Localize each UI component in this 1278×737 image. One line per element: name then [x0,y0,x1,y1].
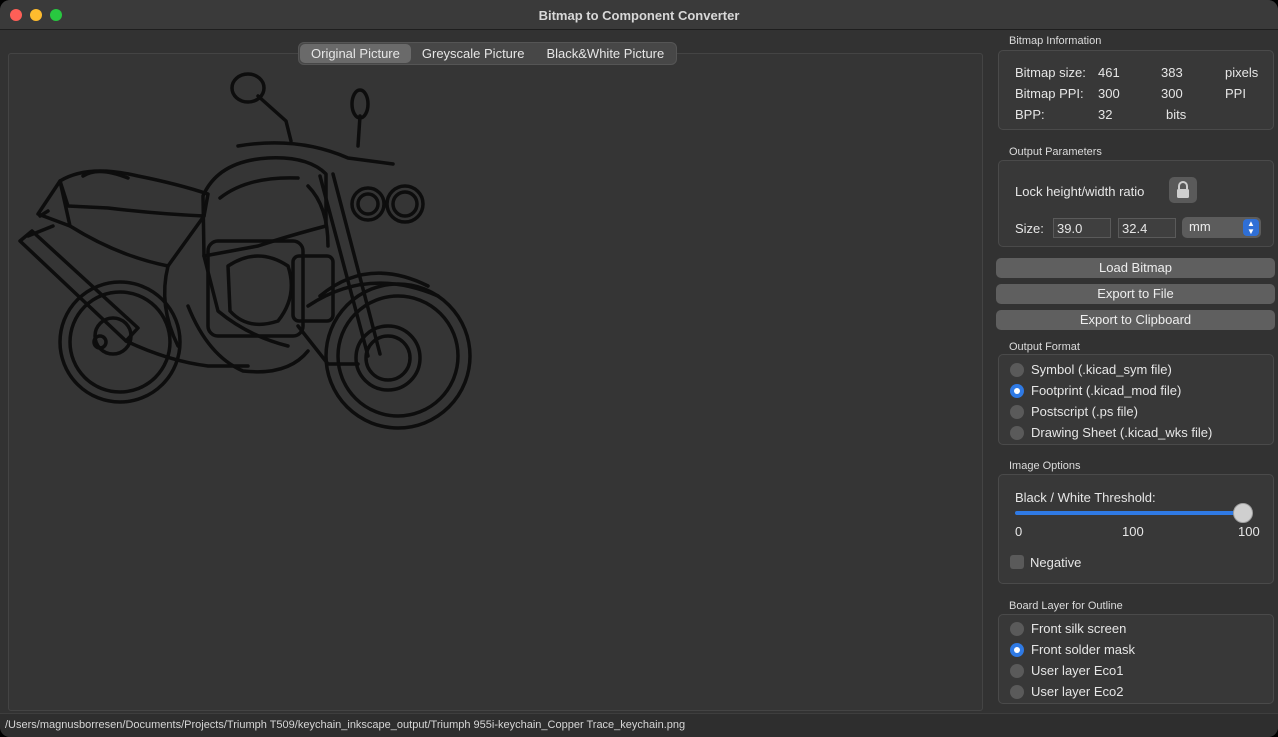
format-option-label: Postscript (.ps file) [1031,404,1138,419]
format-option-postscript[interactable]: Postscript (.ps file) [1010,404,1138,419]
layer-option-front-solder-mask[interactable]: Front solder mask [1010,642,1135,657]
threshold-tick-mid: 100 [1122,524,1144,539]
layer-option-label: User layer Eco2 [1031,684,1124,699]
chevron-updown-icon: ▲ ▼ [1243,219,1259,236]
motorcycle-bitmap-preview [18,72,472,430]
layer-option-eco2[interactable]: User layer Eco2 [1010,684,1123,699]
radio-button[interactable] [1010,404,1024,419]
threshold-slider-knob[interactable] [1233,503,1253,523]
window-title: Bitmap to Component Converter [538,8,740,23]
layer-option-label: Front silk screen [1031,621,1127,636]
threshold-slider-track[interactable] [1015,511,1243,515]
bitmap-ppi-x: 300 [1098,86,1120,101]
bpp-value: 32 [1098,107,1113,122]
unit-select-value: mm [1189,219,1211,234]
bitmap-ppi-label: Bitmap PPI: [1015,86,1084,101]
tab-black-white-picture[interactable]: Black&White Picture [535,44,675,63]
bitmap-size-label: Bitmap size: [1015,65,1086,80]
bitmap-ppi-y: 300 [1161,86,1183,101]
output-width-field[interactable] [1053,218,1111,238]
threshold-label: Black / White Threshold: [1015,490,1156,505]
radio-button-selected[interactable] [1010,383,1024,398]
format-option-footprint[interactable]: Footprint (.kicad_mod file) [1010,383,1181,398]
bitmap-size-height: 383 [1161,65,1183,80]
bitmap-size-unit: pixels [1225,65,1259,80]
layer-option-label: User layer Eco1 [1031,663,1124,678]
load-bitmap-button[interactable]: Load Bitmap [996,258,1275,278]
picture-tab-bar: Original Picture Greyscale Picture Black… [298,42,678,65]
status-bar: /Users/magnusborresen/Documents/Projects… [0,713,1278,737]
bitmap-size-width: 461 [1098,65,1120,80]
radio-button[interactable] [1010,684,1024,699]
negative-checkbox[interactable] [1010,555,1024,569]
lock-ratio-button[interactable] [1169,177,1197,203]
threshold-tick-min: 0 [1015,524,1023,539]
app-window: Bitmap to Component Converter Original P… [0,0,1278,737]
lock-icon [1177,181,1189,198]
tab-greyscale-picture[interactable]: Greyscale Picture [411,44,536,63]
layer-option-eco1[interactable]: User layer Eco1 [1010,663,1123,678]
bpp-label: BPP: [1015,107,1045,122]
bitmap-information-label: Bitmap Information [1009,35,1102,47]
unit-select[interactable]: mm ▲ ▼ [1182,217,1261,238]
format-option-label: Symbol (.kicad_sym file) [1031,362,1172,377]
file-path-text: /Users/magnusborresen/Documents/Projects… [5,719,686,731]
board-layer-label: Board Layer for Outline [1009,600,1123,612]
tab-original-picture[interactable]: Original Picture [300,44,411,63]
radio-button[interactable] [1010,621,1024,636]
radio-button[interactable] [1010,425,1024,440]
title-bar: Bitmap to Component Converter [0,0,1278,30]
output-parameters-label: Output Parameters [1009,146,1102,158]
size-label: Size: [1015,221,1044,236]
layer-option-front-silk[interactable]: Front silk screen [1010,621,1126,636]
bitmap-ppi-unit: PPI [1225,86,1246,101]
output-format-label: Output Format [1009,341,1080,353]
lock-ratio-label: Lock height/width ratio [1015,184,1145,199]
format-option-label: Footprint (.kicad_mod file) [1031,383,1182,398]
radio-button[interactable] [1010,362,1024,377]
negative-label: Negative [1030,555,1082,570]
export-to-clipboard-button[interactable]: Export to Clipboard [996,310,1275,330]
bpp-unit: bits [1166,107,1187,122]
layer-option-label: Front solder mask [1031,642,1136,657]
format-option-symbol[interactable]: Symbol (.kicad_sym file) [1010,362,1172,377]
image-options-label: Image Options [1009,460,1081,472]
output-height-field[interactable] [1118,218,1176,238]
format-option-drawing-sheet[interactable]: Drawing Sheet (.kicad_wks file) [1010,425,1212,440]
radio-button-selected[interactable] [1010,642,1024,657]
threshold-tick-max: 100 [1238,524,1260,539]
format-option-label: Drawing Sheet (.kicad_wks file) [1031,425,1213,440]
export-to-file-button[interactable]: Export to File [996,284,1275,304]
radio-button[interactable] [1010,663,1024,678]
